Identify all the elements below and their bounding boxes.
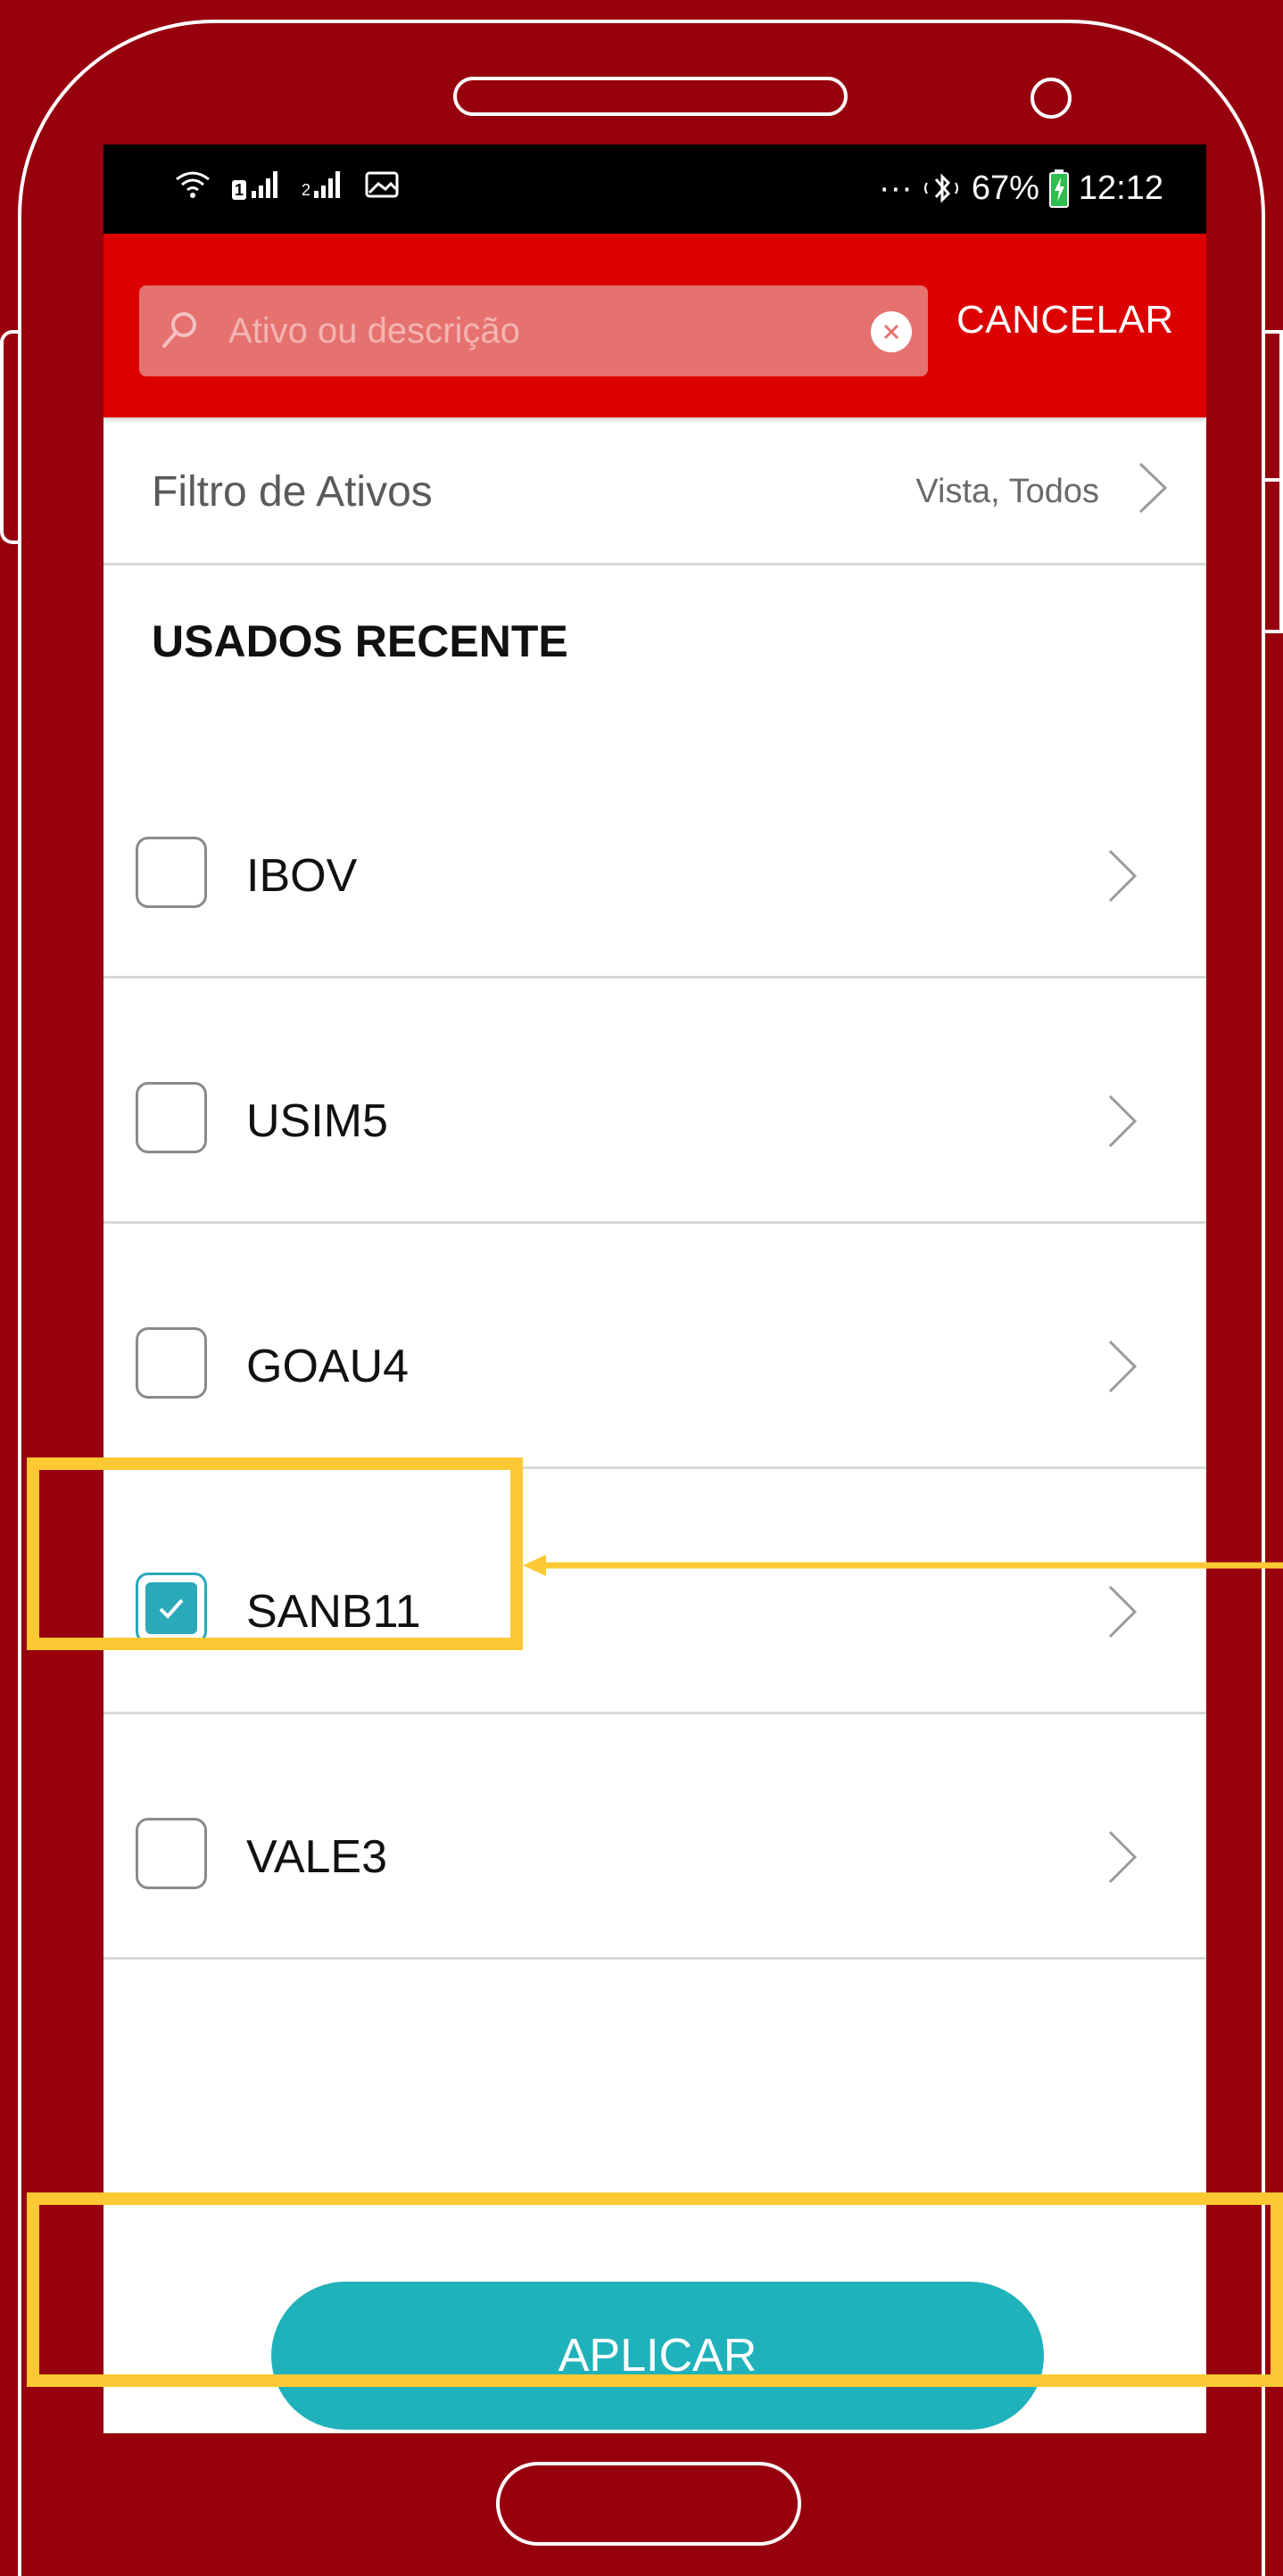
status-right: ··· 67% 12:12 xyxy=(879,166,1163,211)
search-header: CANCELAR xyxy=(103,234,1206,417)
more-notifications-icon: ··· xyxy=(878,169,913,207)
phone-home-button xyxy=(496,2462,801,2546)
status-bar: 1 2 ··· 67% 12:12 xyxy=(103,144,1206,234)
chevron-right-icon xyxy=(1108,849,1138,903)
asset-label: VALE3 xyxy=(246,1831,388,1883)
phone-volume-button xyxy=(1265,330,1283,482)
cancel-button[interactable]: CANCELAR xyxy=(956,298,1174,343)
battery-percent: 67% xyxy=(971,169,1039,207)
pointer-arrow-icon xyxy=(523,1555,1283,1576)
phone-speaker xyxy=(453,77,848,116)
filter-title: Filtro de Ativos xyxy=(152,468,433,516)
highlight-box xyxy=(27,1457,523,1650)
highlight-box xyxy=(27,2192,1283,2387)
signal-sim1-icon: 1 xyxy=(232,169,282,200)
asset-checkbox[interactable] xyxy=(136,837,207,908)
phone-volume-button xyxy=(1265,482,1283,633)
list-item[interactable]: IBOV xyxy=(103,733,1206,978)
asset-label: GOAU4 xyxy=(246,1341,410,1392)
asset-checkbox[interactable] xyxy=(136,1327,207,1399)
search-input[interactable] xyxy=(228,285,844,376)
chevron-right-icon xyxy=(1108,1830,1138,1884)
search-box[interactable] xyxy=(139,285,928,376)
close-icon xyxy=(883,324,899,340)
list-item[interactable]: GOAU4 xyxy=(103,1224,1206,1469)
search-icon xyxy=(162,312,196,348)
gallery-notification-icon xyxy=(365,171,399,198)
asset-label: IBOV xyxy=(246,850,358,902)
asset-filter-row[interactable]: Filtro de Ativos Vista, Todos xyxy=(103,417,1206,566)
bluetooth-icon xyxy=(923,173,958,203)
asset-checkbox[interactable] xyxy=(136,1082,207,1153)
signal-sim2-icon: 2 xyxy=(302,169,344,200)
chevron-right-icon xyxy=(1138,462,1168,514)
filter-value: Vista, Todos xyxy=(915,473,1099,510)
chevron-right-icon xyxy=(1108,1094,1138,1148)
app-screen: 1 2 ··· 67% 12:12 Ativo ou descrição CAN… xyxy=(103,144,1206,2433)
chevron-right-icon xyxy=(1108,1340,1138,1393)
battery-charging-icon xyxy=(1048,169,1069,208)
clock: 12:12 xyxy=(1078,169,1163,207)
list-item[interactable]: VALE3 xyxy=(103,1714,1206,1960)
list-item[interactable]: USIM5 xyxy=(103,978,1206,1224)
section-title: USADOS RECENTE xyxy=(152,616,568,666)
asset-label: USIM5 xyxy=(246,1095,388,1147)
phone-side-button xyxy=(0,330,18,544)
status-icons: 1 2 xyxy=(173,162,400,207)
asset-checkbox[interactable] xyxy=(136,1818,207,1889)
clear-search-button[interactable] xyxy=(871,311,912,352)
wifi-icon xyxy=(176,171,210,198)
chevron-right-icon xyxy=(1108,1585,1138,1639)
phone-camera xyxy=(1031,78,1072,119)
